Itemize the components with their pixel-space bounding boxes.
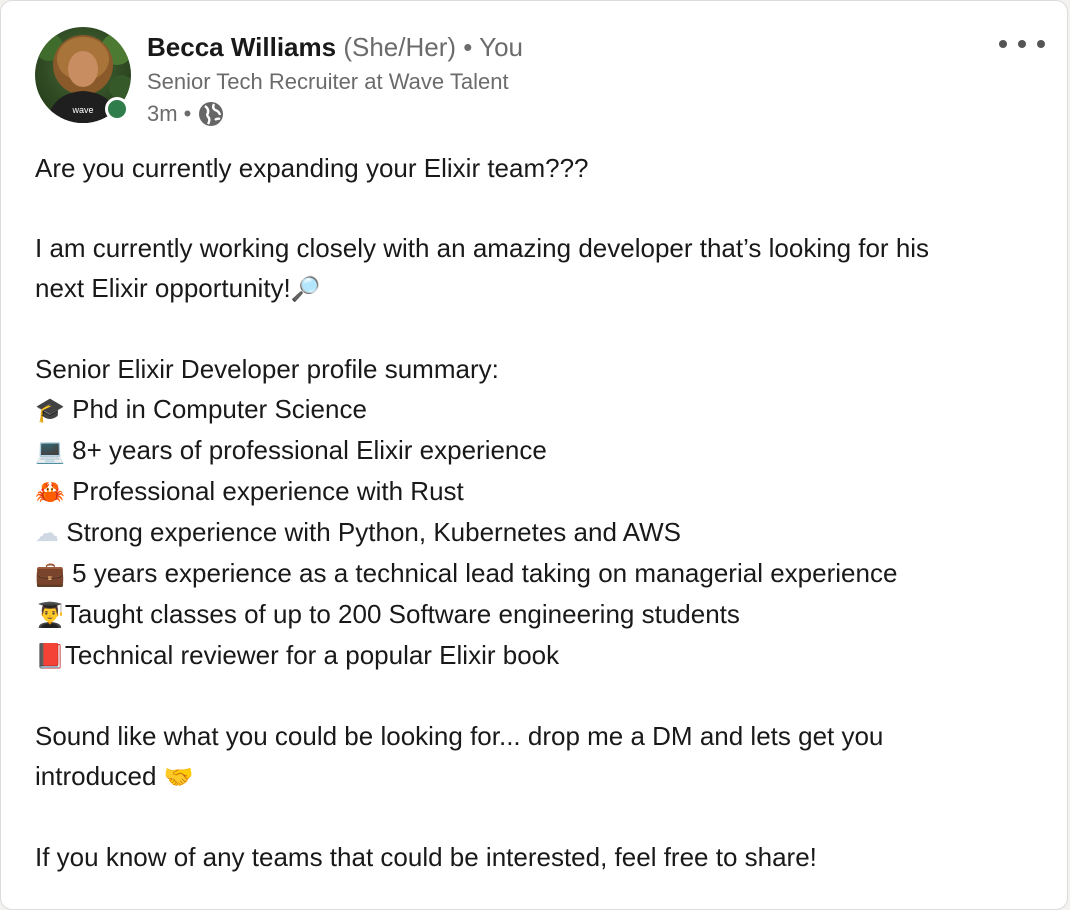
crab-emoji-icon: 🦀: [35, 478, 65, 506]
cloud-emoji-icon: ☁: [35, 519, 59, 547]
bullet-item: 💻 8+ years of professional Elixir experi…: [35, 435, 547, 465]
bullet-item: 🎓 Phd in Computer Science: [35, 394, 367, 424]
post-line: I am currently working closely with an a…: [35, 233, 930, 263]
post-card: wave Becca Williams (She/Her) • You Seni…: [0, 0, 1068, 910]
post-text: Are you currently expanding your Elixir …: [35, 148, 1047, 877]
bullet-item: 💼 5 years experience as a technical lead…: [35, 558, 898, 588]
globe-icon: [197, 100, 225, 128]
bullet-item: 👨‍🎓Taught classes of up to 200 Software …: [35, 599, 740, 629]
author-headline: Senior Tech Recruiter at Wave Talent: [147, 69, 509, 94]
briefcase-emoji-icon: 💼: [35, 560, 65, 588]
magnifier-emoji-icon: 🔎: [290, 275, 321, 303]
handshake-emoji-icon: 🤝: [163, 763, 194, 791]
author-name-row: Becca Williams (She/Her) • You: [147, 31, 523, 63]
author-pronouns: (She/Her): [343, 32, 457, 62]
meta-separator: •: [183, 101, 192, 126]
author-avatar[interactable]: wave: [35, 27, 131, 123]
post-line: introduced 🤝: [35, 761, 194, 791]
post-line: Are you currently expanding your Elixir …: [35, 153, 589, 183]
author-name[interactable]: Becca Williams: [147, 32, 336, 62]
post-meta: 3m •: [147, 100, 225, 128]
relation-label: You: [479, 32, 524, 62]
laptop-emoji-icon: 💻: [35, 437, 65, 465]
post-timestamp: 3m: [147, 101, 178, 126]
bullet-item: 📕Technical reviewer for a popular Elixir…: [35, 640, 560, 670]
red-book-emoji-icon: 📕: [35, 642, 65, 670]
post-line: Sound like what you could be looking for…: [35, 721, 884, 751]
online-status-indicator: [105, 97, 129, 121]
avatar-logo-text: wave: [71, 105, 93, 115]
bullet-item: 🦀 Professional experience with Rust: [35, 476, 464, 506]
post-line: next Elixir opportunity!🔎: [35, 273, 321, 303]
summary-title: Senior Elixir Developer profile summary:: [35, 354, 499, 384]
more-horizontal-icon[interactable]: [999, 29, 1045, 59]
name-separator: •: [463, 32, 473, 62]
bullet-item: ☁ Strong experience with Python, Kuberne…: [35, 517, 681, 547]
post-line: If you know of any teams that could be i…: [35, 842, 817, 872]
student-emoji-icon: 👨‍🎓: [35, 601, 65, 629]
graduation-cap-emoji-icon: 🎓: [35, 396, 65, 424]
